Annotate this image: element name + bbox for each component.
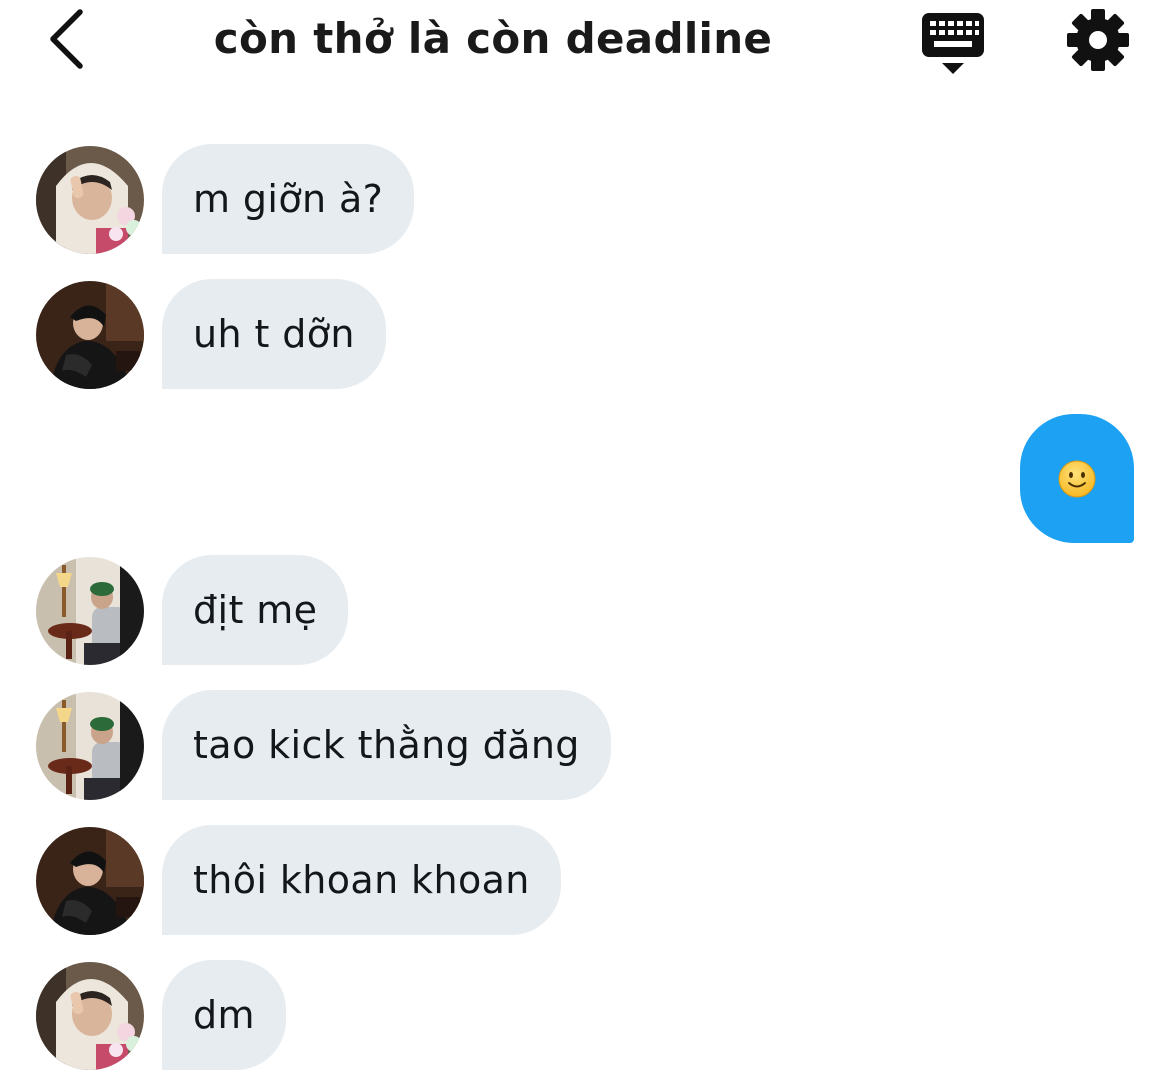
message-bubble[interactable]: tao kick thằng đăng <box>162 690 611 800</box>
conversation-header: còn thở là còn deadline <box>0 0 1170 80</box>
message-row-incoming: m giỡn à? <box>0 144 1170 256</box>
message-row-incoming: thôi khoan khoan <box>0 825 1170 937</box>
slightly-smiling-face-icon <box>1058 460 1096 497</box>
keyboard-toggle-button[interactable] <box>918 8 990 76</box>
avatar[interactable] <box>36 962 144 1070</box>
message-bubble[interactable]: địt mẹ <box>162 555 349 665</box>
message-bubble-outgoing[interactable] <box>1020 414 1134 543</box>
message-row-incoming: dm <box>0 960 1170 1072</box>
message-bubble[interactable]: dm <box>162 960 286 1070</box>
message-bubble[interactable]: uh t dỡn <box>162 279 386 389</box>
avatar[interactable] <box>36 692 144 800</box>
chevron-left-icon <box>50 9 83 69</box>
message-row-incoming: uh t dỡn <box>0 279 1170 391</box>
avatar[interactable] <box>36 827 144 935</box>
message-bubble[interactable]: thôi khoan khoan <box>162 825 561 935</box>
gear-icon <box>1067 9 1129 71</box>
avatar[interactable] <box>36 146 144 254</box>
conversation-title: còn thở là còn deadline <box>213 14 773 63</box>
avatar[interactable] <box>36 557 144 665</box>
back-button[interactable] <box>38 6 94 72</box>
message-bubble[interactable]: m giỡn à? <box>162 144 415 254</box>
settings-button[interactable] <box>1064 6 1132 74</box>
message-row-incoming: tao kick thằng đăng <box>0 690 1170 802</box>
message-row-incoming: địt mẹ <box>0 555 1170 667</box>
keyboard-icon <box>922 13 984 74</box>
avatar[interactable] <box>36 281 144 389</box>
